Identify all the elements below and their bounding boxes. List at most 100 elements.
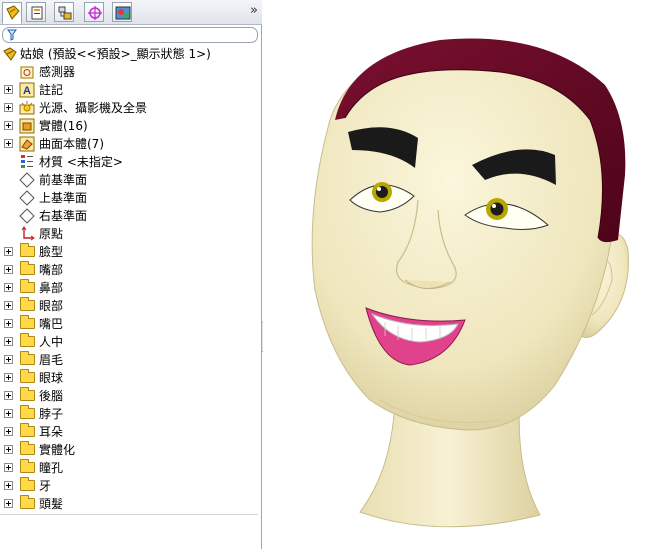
- annotation-icon: A: [19, 82, 35, 98]
- display-manager-tab[interactable]: [112, 2, 132, 22]
- tree-item-folder[interactable]: 臉型: [0, 243, 258, 261]
- tree-item-label: 註記: [39, 83, 64, 97]
- tree-item-label: 眉毛: [39, 353, 64, 367]
- tree-item-label: 鼻部: [39, 281, 64, 295]
- feature-manager-panel: » 姑娘 (預設<<預設>_顯示狀態 1>) 感測器 A 註記 光源、攝影機及全…: [0, 0, 262, 549]
- tree-item-material[interactable]: 材質 <未指定>: [0, 153, 258, 171]
- tree-item-label: 嘴巴: [39, 317, 64, 331]
- folder-icon: [20, 243, 35, 257]
- manager-tabs-toolbar: »: [0, 0, 262, 25]
- expand-toggle[interactable]: [4, 445, 13, 454]
- tree-item-annotations[interactable]: A 註記: [0, 81, 258, 99]
- expand-toggle[interactable]: [4, 391, 13, 400]
- folder-icon: [20, 333, 35, 347]
- head-model: [311, 38, 629, 528]
- expand-toggle[interactable]: [4, 463, 13, 472]
- svg-text:A: A: [23, 85, 31, 97]
- plane-icon: [19, 190, 35, 206]
- expand-toggle[interactable]: [4, 373, 13, 382]
- tree-item-folder[interactable]: 人中: [0, 333, 258, 351]
- tree-item-label: 脖子: [39, 407, 64, 421]
- expand-toggle[interactable]: [4, 319, 13, 328]
- tree-item-folder[interactable]: 嘴部: [0, 261, 258, 279]
- sensor-icon: [20, 66, 34, 79]
- configuration-manager-tab[interactable]: [54, 2, 74, 22]
- configuration-manager-icon: [58, 6, 72, 20]
- dimxpert-manager-tab[interactable]: [84, 2, 104, 22]
- tree-item-origin[interactable]: 原點: [0, 225, 258, 243]
- tree-item-front-plane[interactable]: 前基準面: [0, 171, 258, 189]
- tree-item-label: 實體(16): [39, 119, 88, 133]
- tree-item-folder[interactable]: 眼球: [0, 369, 258, 387]
- tree-item-folder[interactable]: 牙: [0, 477, 258, 495]
- tree-item-label: 後腦: [39, 389, 64, 403]
- tree-item-label: 材質 <未指定>: [39, 155, 123, 169]
- tree-item-folder[interactable]: 眉毛: [0, 351, 258, 369]
- tree-item-label: 曲面本體(7): [39, 137, 104, 151]
- tree-item-label: 前基準面: [39, 173, 88, 187]
- folder-icon: [20, 495, 35, 509]
- tree-item-solid-bodies[interactable]: 實體(16): [0, 117, 258, 135]
- folder-icon: [20, 477, 35, 491]
- tree-item-lights-cameras[interactable]: 光源、攝影機及全景: [0, 99, 258, 117]
- tree-item-folder[interactable]: 眼部: [0, 297, 258, 315]
- expand-toggle[interactable]: [4, 139, 13, 148]
- tree-item-right-plane[interactable]: 右基準面: [0, 207, 258, 225]
- tree-item-folder[interactable]: 頭髮: [0, 495, 258, 513]
- folder-icon: [20, 315, 35, 329]
- property-manager-icon: [31, 6, 43, 20]
- tree-item-folder[interactable]: 瞳孔: [0, 459, 258, 477]
- expand-toggle[interactable]: [4, 337, 13, 346]
- expand-toggle[interactable]: [4, 283, 13, 292]
- expand-toggle[interactable]: [4, 301, 13, 310]
- expand-toggle[interactable]: [4, 265, 13, 274]
- expand-toggle[interactable]: [4, 409, 13, 418]
- expand-toggle[interactable]: [4, 499, 13, 508]
- tree-item-label: 耳朵: [39, 425, 64, 439]
- origin-icon: [21, 226, 35, 241]
- tree-item-label: 瞳孔: [39, 461, 64, 475]
- expand-toggle[interactable]: [4, 481, 13, 490]
- expand-toggle[interactable]: [4, 103, 13, 112]
- tree-item-surface-bodies[interactable]: 曲面本體(7): [0, 135, 258, 153]
- folder-icon: [20, 369, 35, 383]
- expand-toggle[interactable]: [4, 121, 13, 130]
- tree-item-label: 人中: [39, 335, 64, 349]
- folder-icon: [20, 405, 35, 419]
- graphics-viewport[interactable]: [263, 0, 666, 549]
- tree-item-folder[interactable]: 嘴巴: [0, 315, 258, 333]
- tree-filter-input[interactable]: [2, 27, 258, 43]
- dimxpert-icon: [88, 6, 102, 20]
- folder-icon: [20, 423, 35, 437]
- tree-root-part[interactable]: 姑娘 (預設<<預設>_顯示狀態 1>): [0, 45, 258, 63]
- folder-icon: [20, 297, 35, 311]
- tree-item-sensors[interactable]: 感測器: [0, 63, 258, 81]
- folder-icon: [20, 279, 35, 293]
- tree-item-folder[interactable]: 鼻部: [0, 279, 258, 297]
- folder-icon: [20, 441, 35, 455]
- tree-item-folder[interactable]: 後腦: [0, 387, 258, 405]
- folder-icon: [20, 459, 35, 473]
- folder-icon: [20, 351, 35, 365]
- tree-item-folder[interactable]: 脖子: [0, 405, 258, 423]
- tree-item-label: 右基準面: [39, 209, 88, 223]
- tree-item-label: 眼球: [39, 371, 64, 385]
- more-tabs-button[interactable]: »: [250, 3, 258, 18]
- tree-item-label: 臉型: [39, 245, 64, 259]
- expand-toggle[interactable]: [4, 85, 13, 94]
- tree-item-label: 實體化: [39, 443, 76, 457]
- feature-manager-tab[interactable]: [2, 2, 22, 24]
- tree-item-folder[interactable]: 耳朵: [0, 423, 258, 441]
- tree-item-label: 頭髮: [39, 497, 64, 511]
- tree-item-folder[interactable]: 實體化: [0, 441, 258, 459]
- expand-toggle[interactable]: [4, 247, 13, 256]
- tree-item-label: 感測器: [39, 65, 76, 79]
- face: [311, 43, 619, 431]
- surface-bodies-icon: [19, 136, 35, 152]
- expand-toggle[interactable]: [4, 355, 13, 364]
- property-manager-tab[interactable]: [26, 2, 46, 22]
- folder-icon: [20, 261, 35, 275]
- tree-item-top-plane[interactable]: 上基準面: [0, 189, 258, 207]
- expand-toggle[interactable]: [4, 427, 13, 436]
- filter-icon: [7, 29, 17, 41]
